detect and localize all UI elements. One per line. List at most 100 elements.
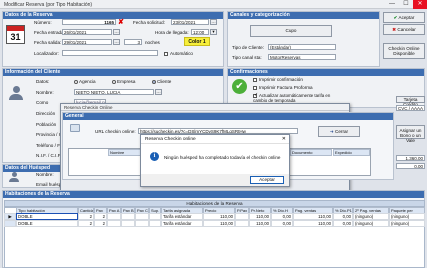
noches-field[interactable]: 3 <box>124 39 142 45</box>
canales-section-title: Canales y categorización <box>228 12 379 19</box>
color-badge[interactable]: Color 1 <box>184 37 210 46</box>
room-row[interactable]: ▶ DOBLE 2 2 Tarifa estándar 110,00 110,00 0,00 1… <box>4 213 425 220</box>
room-cell[interactable]: 0,00 <box>271 213 293 220</box>
direccion-label: Dirección <box>36 111 56 116</box>
room-cell[interactable]: Tarifa estándar <box>161 220 203 227</box>
room-cell[interactable] <box>149 220 161 227</box>
room-cell[interactable]: (ninguno) <box>389 213 425 220</box>
automatico-label: Automático <box>170 51 193 56</box>
tipo-canal-select[interactable]: MotorReservas <box>268 54 336 60</box>
agencia-radio[interactable]: Agencia <box>74 79 96 84</box>
delete-icon[interactable]: ✘ <box>118 18 124 26</box>
cancel-icon: ✖ <box>392 27 397 32</box>
fecha-salida-picker[interactable]: … <box>113 39 120 45</box>
message-box-close-icon[interactable]: ✕ <box>282 136 286 142</box>
asignar-bono-button[interactable]: Asignar un Bono o un Vale <box>396 125 425 143</box>
room-cell[interactable]: 0,00 <box>271 220 293 227</box>
cvc-field[interactable]: CVC / AAAA <box>396 105 425 111</box>
globe-icon <box>70 124 80 132</box>
cliente-section-title: Información del Cliente <box>3 69 223 76</box>
habitaciones-rows: ▶ DOBLE 2 2 Tarifa estándar 110,00 110,00 0,00 1… <box>4 213 425 227</box>
room-cell[interactable]: 0,00 <box>333 213 353 220</box>
room-cell[interactable]: 110,00 <box>203 213 235 220</box>
checkin-online-button[interactable]: Checkin Online Disponible <box>383 43 425 59</box>
nombre-field[interactable]: NIETO NIETO, LUCIA <box>74 89 154 95</box>
col-documento[interactable]: Documento <box>290 149 332 156</box>
room-cell[interactable]: 2 <box>78 213 94 220</box>
room-cell[interactable]: 110,00 <box>293 220 333 227</box>
check-icon: ✔ <box>393 15 398 20</box>
room-cell[interactable] <box>235 213 249 220</box>
imprimir-proforma-checkbox[interactable]: Imprimir Factura Proforma <box>253 85 313 90</box>
checkin-online-window-title: Reserva Checkin Online <box>61 104 349 111</box>
automatico-checkbox[interactable]: Automático <box>164 51 193 56</box>
cerrar-label: Cerrar <box>335 129 349 134</box>
imprimir-confirmacion-checkbox[interactable]: Imprimir confirmación <box>253 77 303 82</box>
fecha-solicitud-field[interactable]: 23/01/2021 <box>171 19 209 25</box>
numero-field[interactable]: 1165 <box>62 19 116 25</box>
room-cell[interactable]: 110,00 <box>203 220 235 227</box>
room-cell[interactable]: (ninguno) <box>353 220 389 227</box>
fecha-solicitud-picker[interactable]: … <box>210 19 217 25</box>
datos-label: Datos: <box>36 79 50 84</box>
col-expedido[interactable]: Expedido <box>333 149 370 156</box>
localizador-field[interactable] <box>62 50 158 56</box>
reserva-section-title: Datos de la Reserva <box>3 12 223 19</box>
cliente-radio[interactable]: Cliente <box>152 79 171 84</box>
total-value: 1.360,00 <box>396 155 425 161</box>
cancelar-button[interactable]: ✖ Cancelar <box>383 24 425 35</box>
row-indicator[interactable] <box>4 220 16 227</box>
close-window-button[interactable]: ✕ <box>413 0 427 9</box>
room-row[interactable]: DOBLE 2 2 Tarifa estándar 110,00 110,00 0,00 11… <box>4 220 425 227</box>
info-icon: i <box>150 152 159 161</box>
room-cell[interactable] <box>135 220 149 227</box>
cupo-button[interactable]: Cupo <box>250 25 332 37</box>
room-cell[interactable] <box>107 213 121 220</box>
tipo-cliente-select[interactable]: (Estándar) <box>268 44 336 50</box>
tarjeta-credito-button[interactable]: Tarjeta Crédito <box>396 96 425 107</box>
actualizar-temporada-checkbox[interactable]: Actualizar automáticamente tarifa en cam… <box>253 93 339 103</box>
nombre-search-button[interactable]: … <box>155 89 162 95</box>
room-cell[interactable]: 110,00 <box>293 213 333 220</box>
room-cell[interactable]: 110,00 <box>249 220 271 227</box>
room-cell[interactable]: 2 <box>78 220 94 227</box>
minimize-button[interactable]: — <box>385 0 399 9</box>
row-indicator[interactable]: ▶ <box>4 213 16 220</box>
fecha-entrada-picker[interactable]: … <box>113 29 120 35</box>
cerrar-button[interactable]: ➜ Cerrar <box>318 126 360 137</box>
room-cell[interactable]: 2 <box>94 220 107 227</box>
room-cell[interactable]: (ninguno) <box>389 220 425 227</box>
calendar-day: 31 <box>10 32 21 42</box>
huesped-nombre-label: Nombre: <box>36 172 54 177</box>
aceptar-button[interactable]: ✔ Aceptar <box>383 12 425 23</box>
fecha-salida-field[interactable]: 29/01/2021 <box>62 39 112 45</box>
room-cell[interactable]: Tarifa estándar <box>161 213 203 220</box>
room-cell[interactable]: 2 <box>94 213 107 220</box>
room-cell[interactable] <box>235 220 249 227</box>
empresa-radio[interactable]: Empresa <box>112 79 135 84</box>
message-box-title: Reserva Checkin online <box>145 137 196 142</box>
hora-llegada-label: Hora de llegada: <box>155 30 189 35</box>
room-cell[interactable] <box>135 213 149 220</box>
confirm-ok-icon: ✔ <box>232 79 247 94</box>
calendar-icon: 31 <box>6 25 25 44</box>
room-cell[interactable]: (ninguno) <box>353 213 389 220</box>
hora-llegada-spinner[interactable]: ▾ <box>210 29 217 35</box>
room-cell[interactable]: DOBLE <box>16 213 78 220</box>
room-cell[interactable]: 110,00 <box>249 213 271 220</box>
maximize-button[interactable]: ☐ <box>399 0 413 9</box>
hora-llegada-field[interactable]: 12:00 <box>191 29 209 35</box>
url-label: URL checkin online: <box>95 129 136 134</box>
message-ok-button[interactable]: Aceptar <box>250 176 284 184</box>
fecha-entrada-field[interactable]: 26/01/2021 <box>62 29 112 35</box>
room-cell[interactable]: 0,00 <box>333 220 353 227</box>
noches-label: noches <box>145 40 160 45</box>
room-cell[interactable] <box>121 220 135 227</box>
room-cell[interactable] <box>149 213 161 220</box>
room-cell[interactable]: DOBLE <box>16 220 78 227</box>
room-cell[interactable] <box>107 220 121 227</box>
localizador-label: Localizador: <box>34 51 59 56</box>
fecha-entrada-label: Fecha entrada: <box>34 30 65 35</box>
room-cell[interactable] <box>121 213 135 220</box>
numero-label: Número: <box>34 20 52 25</box>
